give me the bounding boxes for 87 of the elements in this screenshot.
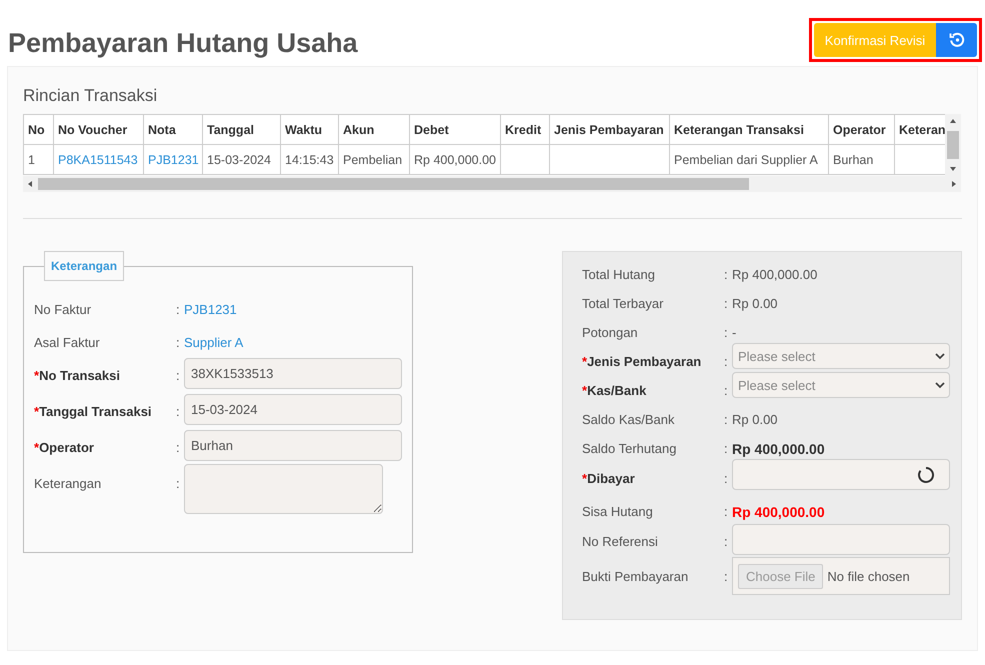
field-link[interactable]: PJB1231: [184, 300, 402, 317]
table-cell: Pembelian: [338, 144, 410, 174]
field-label: Potongan: [582, 324, 639, 340]
page-title: Pembayaran Hutang Usaha: [8, 28, 358, 58]
field-label: *Tanggal Transaksi: [34, 403, 153, 419]
field-label: *Dibayar: [582, 470, 636, 486]
scrollbar-thumb[interactable]: [38, 178, 749, 190]
table-cell: Burhan: [828, 144, 894, 174]
field-label: *Operator: [34, 439, 95, 455]
field-label: Saldo Kas/Bank: [582, 411, 676, 427]
colon-text: :: [724, 533, 729, 549]
scroll-arrow-icon[interactable]: [26, 180, 34, 188]
input-field[interactable]: [732, 524, 950, 555]
field-value: -: [732, 324, 738, 340]
chevron-down-icon: [935, 382, 945, 388]
scroll-arrow-icon[interactable]: [949, 117, 957, 125]
field-link[interactable]: Supplier A: [184, 333, 402, 350]
colon-text: :: [724, 266, 729, 282]
field-label: No Referensi: [582, 533, 659, 549]
column-header: No Voucher: [54, 114, 144, 144]
input-field[interactable]: Burhan: [184, 430, 402, 461]
field-label: *Jenis Pembayaran: [582, 353, 702, 369]
field-value: Rp 0.00: [732, 295, 779, 311]
colon-text: :: [724, 324, 729, 340]
select-field[interactable]: Please select: [732, 372, 950, 398]
colon-text: :: [176, 334, 181, 350]
field-label: Bukti Pembayaran: [582, 568, 690, 584]
table-cell: 1: [24, 144, 54, 174]
file-input[interactable]: Choose File No file chosen: [732, 557, 950, 595]
input-field[interactable]: 15-03-2024: [184, 394, 402, 425]
field-label: Sisa Hutang: [582, 503, 654, 519]
field-label: No Faktur: [34, 301, 92, 317]
column-header: Keterangan Transaksi: [670, 114, 828, 144]
textarea-field[interactable]: [184, 464, 383, 514]
column-header: Waktu: [280, 114, 338, 144]
field-value: Rp 0.00: [732, 411, 779, 427]
colon-text: :: [724, 295, 729, 311]
colon-text: :: [176, 403, 181, 419]
colon-text: :: [176, 367, 181, 383]
choose-file-button[interactable]: Choose File: [738, 564, 824, 588]
colon-text: :: [724, 470, 729, 486]
column-header: No: [24, 114, 54, 144]
column-header: Akun: [338, 114, 410, 144]
input-field[interactable]: 38XK1533513: [184, 358, 402, 389]
chevron-down-icon: [935, 352, 945, 360]
field-value: Rp 400,000.00: [732, 503, 826, 520]
table-cell: Pembelian dari Supplier A: [670, 144, 828, 174]
voucher-link[interactable]: PJB1231: [144, 144, 202, 174]
history-icon: [948, 32, 964, 48]
column-header: Debet: [410, 114, 500, 144]
panel-legend: Keterangan: [44, 251, 124, 281]
scrollbar-thumb[interactable]: [947, 131, 959, 159]
colon-text: :: [176, 475, 181, 491]
field-label: Keterangan: [34, 475, 102, 491]
colon-text: :: [724, 353, 729, 369]
scrollbar[interactable]: [23, 176, 961, 192]
field-value: Rp 400,000.00: [732, 440, 826, 457]
column-header: Operator: [828, 114, 894, 144]
table-cell: 14:15:43: [280, 144, 338, 174]
column-header: Keteran: [894, 114, 945, 144]
colon-text: :: [724, 382, 729, 398]
column-header: Jenis Pembayaran: [550, 114, 670, 144]
field-label: Total Terbayar: [582, 295, 664, 311]
colon-text: :: [724, 411, 729, 427]
scrollbar[interactable]: [945, 114, 961, 176]
spinner-icon: [917, 466, 935, 484]
select-field[interactable]: Please select: [732, 343, 950, 369]
colon-text: :: [724, 503, 729, 519]
table-cell: Rp 400,000.00: [410, 144, 500, 174]
field-label: Total Hutang: [582, 266, 656, 282]
colon-text: :: [724, 568, 729, 584]
history-button[interactable]: [936, 23, 977, 57]
voucher-link[interactable]: P8KA1511543: [54, 144, 144, 174]
column-header: Kredit: [500, 114, 550, 144]
colon-text: :: [724, 440, 729, 456]
field-label: *Kas/Bank: [582, 382, 648, 398]
field-value: Rp 400,000.00: [732, 266, 818, 282]
field-label: Saldo Terhutang: [582, 440, 678, 456]
input-field[interactable]: [732, 459, 950, 490]
field-label: Asal Faktur: [34, 334, 101, 350]
colon-text: :: [176, 301, 181, 317]
column-header: Nota: [144, 114, 202, 144]
section-title: Rincian Transaksi: [23, 86, 158, 106]
table-cell: 15-03-2024: [202, 144, 280, 174]
field-label: *No Transaksi: [34, 367, 121, 383]
colon-text: :: [176, 439, 181, 455]
column-header: Tanggal: [202, 114, 280, 144]
